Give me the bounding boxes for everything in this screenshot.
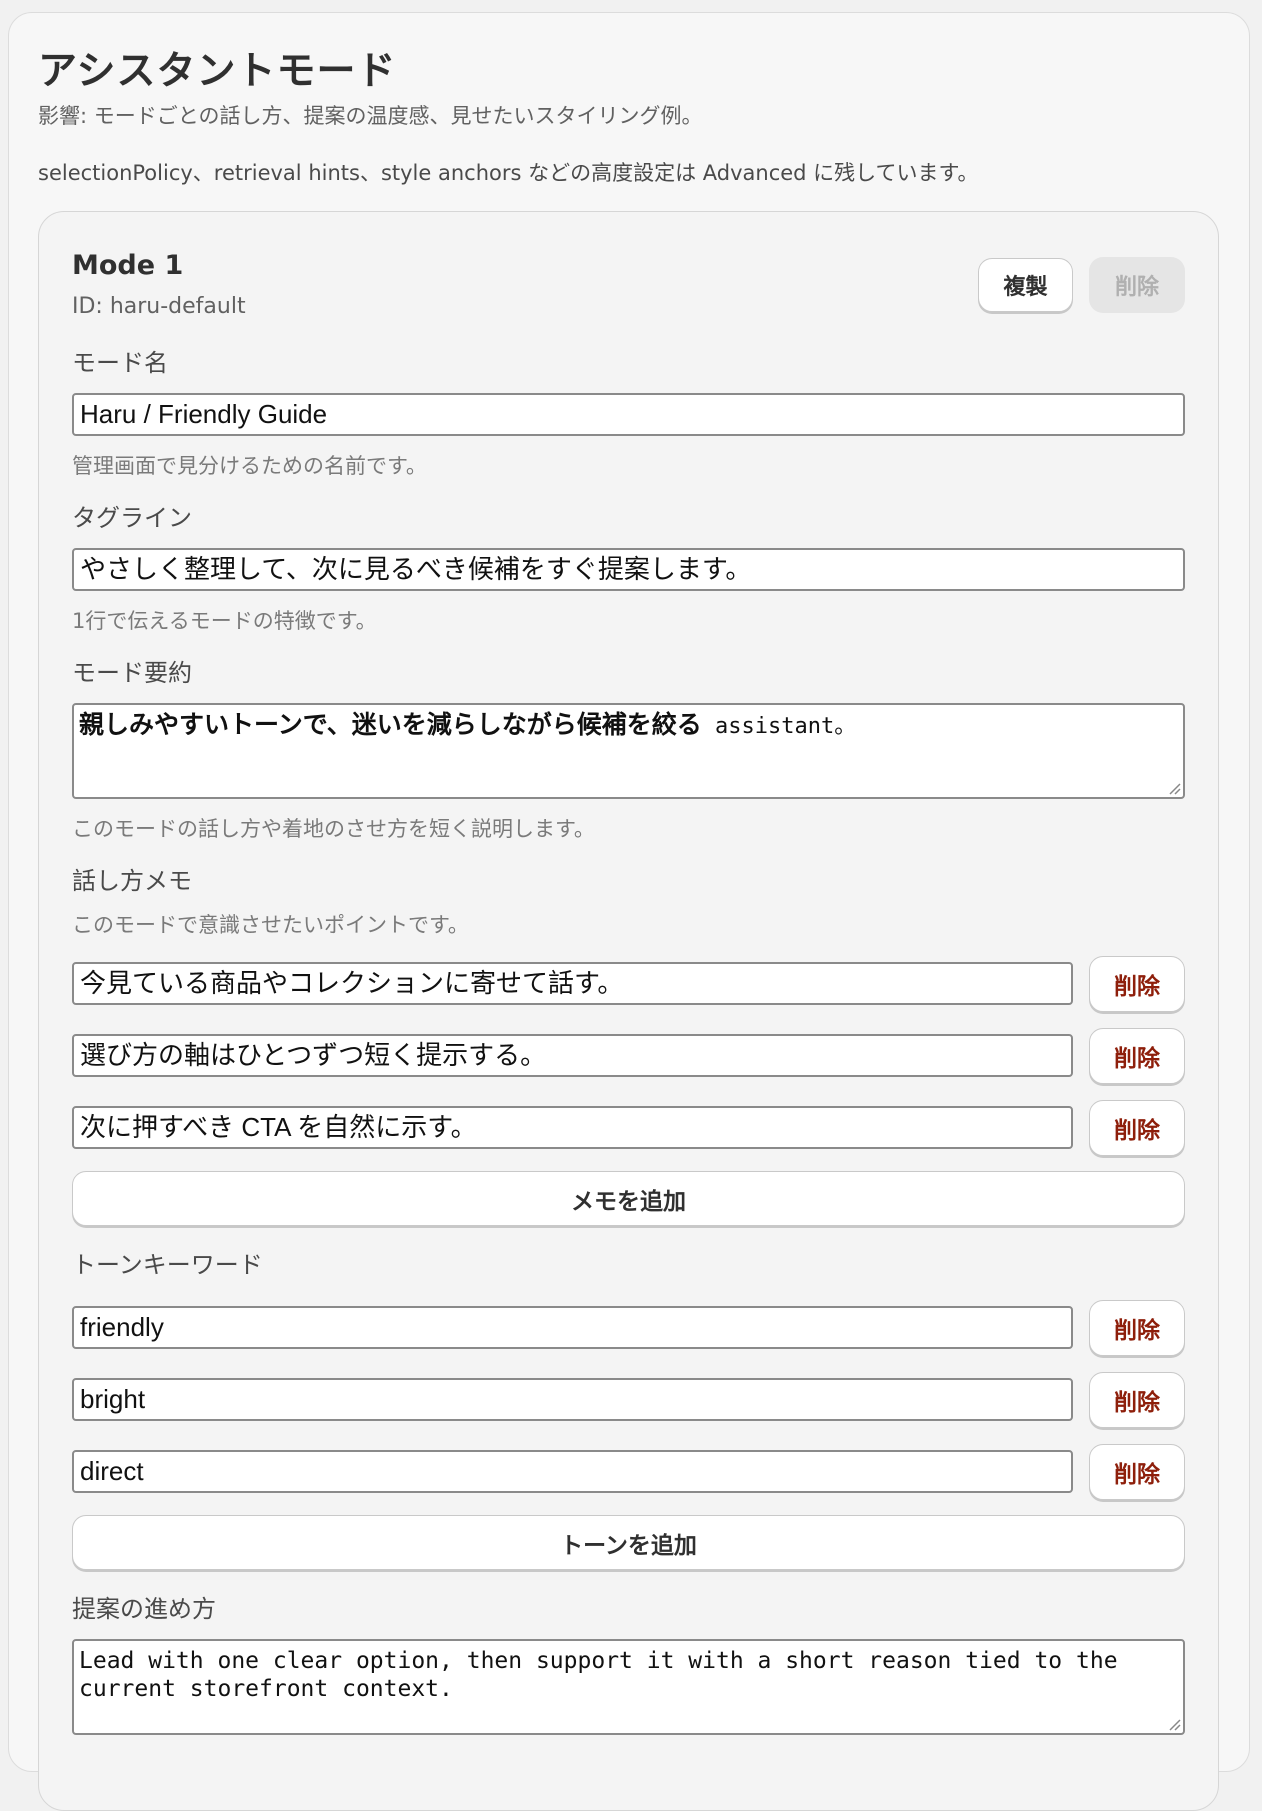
memos-label: 話し方メモ xyxy=(72,867,192,895)
mode-id: ID: haru-default xyxy=(72,294,246,319)
add-memo-button[interactable]: メモを追加 xyxy=(72,1171,1185,1226)
memo-input[interactable]: 今見ている商品やコレクションに寄せて話す。 xyxy=(72,962,1073,1005)
resize-handle-icon[interactable] xyxy=(1167,781,1181,795)
tone-input[interactable]: friendly xyxy=(72,1306,1073,1349)
page-subtitle: 影響: モードごとの話し方、提案の温度感、見せたいスタイリング例。 xyxy=(38,104,703,128)
memos-help: このモードで意識させたいポイントです。 xyxy=(72,913,469,937)
add-tone-button[interactable]: トーンを追加 xyxy=(72,1515,1185,1570)
duplicate-button[interactable]: 複製 xyxy=(978,258,1073,312)
delete-tone-button[interactable]: 削除 xyxy=(1089,1444,1185,1500)
mode-title: Mode 1 xyxy=(72,250,184,281)
mode-name-help: 管理画面で見分けるための名前です。 xyxy=(72,454,427,478)
mode-name-label: モード名 xyxy=(72,349,168,377)
summary-help: このモードの話し方や着地のさせ方を短く説明します。 xyxy=(72,817,595,841)
memo-input[interactable]: 選び方の軸はひとつずつ短く提示する。 xyxy=(72,1034,1073,1077)
delete-mode-button: 削除 xyxy=(1089,257,1185,313)
summary-textarea[interactable]: 親しみやすいトーンで、迷いを減らしながら候補を絞る assistant。 xyxy=(72,703,1185,799)
proposal-textarea[interactable]: Lead with one clear option, then support… xyxy=(72,1639,1185,1735)
delete-tone-button[interactable]: 削除 xyxy=(1089,1300,1185,1356)
resize-handle-icon[interactable] xyxy=(1167,1717,1181,1731)
tagline-label: タグライン xyxy=(72,504,192,532)
delete-tone-button[interactable]: 削除 xyxy=(1089,1372,1185,1428)
summary-text-jp: 親しみやすいトーンで、迷いを減らしながら候補を絞る xyxy=(79,710,702,739)
proposal-text: Lead with one clear option, then support… xyxy=(79,1648,1118,1702)
mode-name-input[interactable]: Haru / Friendly Guide xyxy=(72,393,1185,436)
tagline-input[interactable]: やさしく整理して、次に見るべき候補をすぐ提案します。 xyxy=(72,548,1185,591)
tone-input[interactable]: bright xyxy=(72,1378,1073,1421)
delete-memo-button[interactable]: 削除 xyxy=(1089,1100,1185,1156)
summary-label: モード要約 xyxy=(72,659,192,687)
tagline-help: 1行で伝えるモードの特徴です。 xyxy=(72,609,377,633)
advanced-note: selectionPolicy、retrieval hints、style an… xyxy=(38,161,979,185)
tone-input[interactable]: direct xyxy=(72,1450,1073,1493)
delete-memo-button[interactable]: 削除 xyxy=(1089,1028,1185,1084)
delete-memo-button[interactable]: 削除 xyxy=(1089,956,1185,1012)
page-title: アシスタントモード xyxy=(38,49,397,94)
tones-label: トーンキーワード xyxy=(72,1251,263,1279)
memo-input[interactable]: 次に押すべき CTA を自然に示す。 xyxy=(72,1106,1073,1149)
proposal-label: 提案の進め方 xyxy=(72,1595,216,1623)
summary-text-en: assistant。 xyxy=(701,714,857,739)
